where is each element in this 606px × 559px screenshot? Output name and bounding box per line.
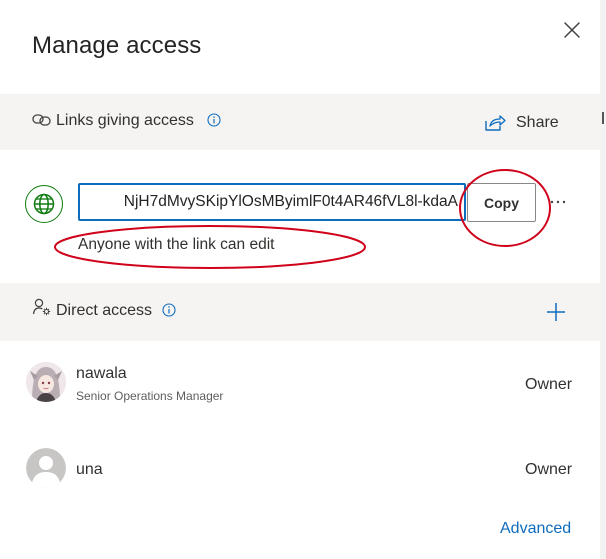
close-icon xyxy=(564,22,580,38)
dialog-title: Manage access xyxy=(32,32,202,59)
info-icon[interactable] xyxy=(162,303,176,317)
share-button[interactable]: Share xyxy=(484,111,559,135)
link-url-field[interactable]: NjH7dMvySKipYlOsMByimlF0t4AR46fVL8l-kdaA xyxy=(78,183,466,221)
background-edge-mark xyxy=(602,112,604,124)
manage-access-dialog: Manage access Links giving access Share xyxy=(0,0,600,559)
link-permission-description[interactable]: Anyone with the link can edit xyxy=(78,236,274,254)
person-permission[interactable]: Owner xyxy=(525,376,572,394)
more-icon xyxy=(550,200,566,204)
person-name: una xyxy=(76,461,103,478)
share-label: Share xyxy=(516,114,559,131)
add-icon xyxy=(547,303,565,321)
links-section-label: Links giving access xyxy=(56,112,194,129)
background-edge xyxy=(600,0,606,559)
person-permission[interactable]: Owner xyxy=(525,461,572,479)
people-settings-icon xyxy=(32,298,51,316)
link-icon xyxy=(32,114,51,126)
more-options-button[interactable] xyxy=(548,190,568,210)
person-name: nawala xyxy=(76,365,127,382)
direct-access-label: Direct access xyxy=(56,302,153,319)
globe-icon xyxy=(25,185,63,223)
copy-button[interactable]: Copy xyxy=(467,183,536,222)
share-icon xyxy=(485,115,506,131)
close-button[interactable] xyxy=(560,18,584,42)
link-url-text: NjH7dMvySKipYlOsMByimlF0t4AR46fVL8l-kdaA xyxy=(123,193,458,210)
advanced-link[interactable]: Advanced xyxy=(500,520,571,538)
person-role: Senior Operations Manager xyxy=(76,389,224,403)
add-people-button[interactable] xyxy=(545,301,567,323)
info-icon[interactable] xyxy=(207,113,221,127)
avatar xyxy=(26,448,66,488)
avatar xyxy=(26,362,66,402)
